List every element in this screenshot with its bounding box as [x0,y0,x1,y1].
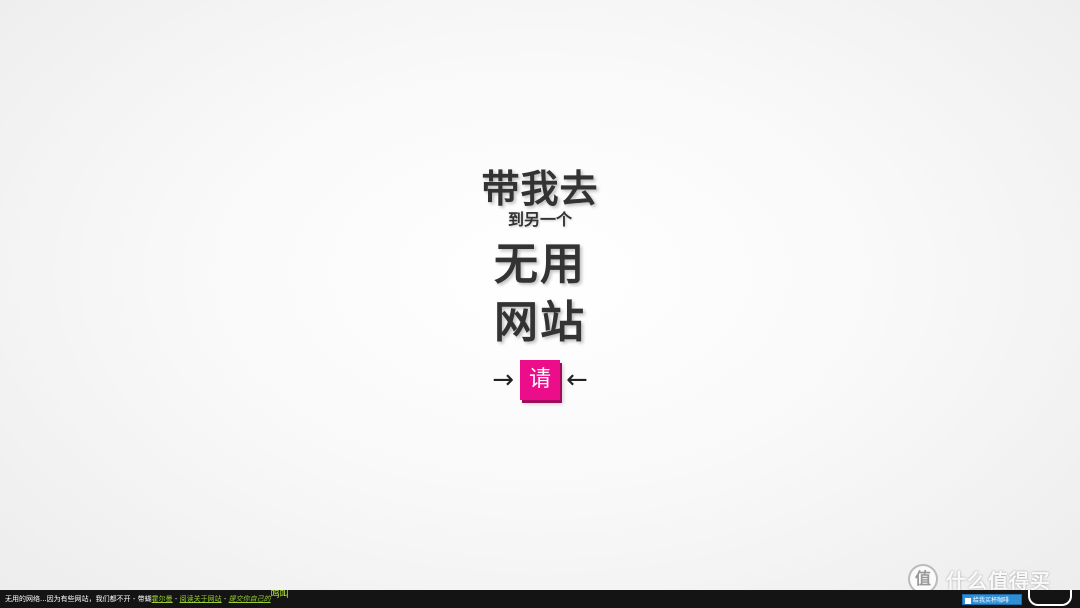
headline-to-another: 到另一个 [507,210,572,229]
shout-link[interactable]: 呜叫 [271,590,289,600]
footer-separator: - [172,595,180,603]
footer-intro: 无用的网络...因为有些网站，我们都不开 - 带蝴 [5,595,152,603]
headline-take-me: 带我去 [481,167,599,211]
main-content: 带我去 到另一个 无用 网站 → 请 ← [0,168,1080,400]
submit-link[interactable]: 提交你自己的 [229,595,271,603]
footer-bar: 无用的网络...因为有些网站，我们都不开 - 带蝴霍尔曼 - 阅读关于网站 - … [0,590,1080,608]
footer-text: 无用的网络...因为有些网站，我们都不开 - 带蝴霍尔曼 - 阅读关于网站 - … [5,590,289,608]
please-button[interactable]: 请 [520,360,560,400]
button-row: → 请 ← [0,360,1080,400]
buy-coffee-label: 给我买杯咖啡 [973,597,1010,604]
headline-useless: 无用 [494,239,586,290]
arrow-left-icon: ← [566,365,588,395]
flag-icon [965,597,971,604]
arrow-right-icon: → [492,365,514,395]
buy-coffee-button[interactable]: 给我买杯咖啡 [962,594,1022,605]
author-link[interactable]: 霍尔曼 [152,595,173,603]
about-link[interactable]: 阅读关于网站 [180,595,222,603]
headline-website: 网站 [494,297,586,348]
footer-separator: - [221,595,229,603]
tray-icon[interactable] [1028,590,1072,606]
